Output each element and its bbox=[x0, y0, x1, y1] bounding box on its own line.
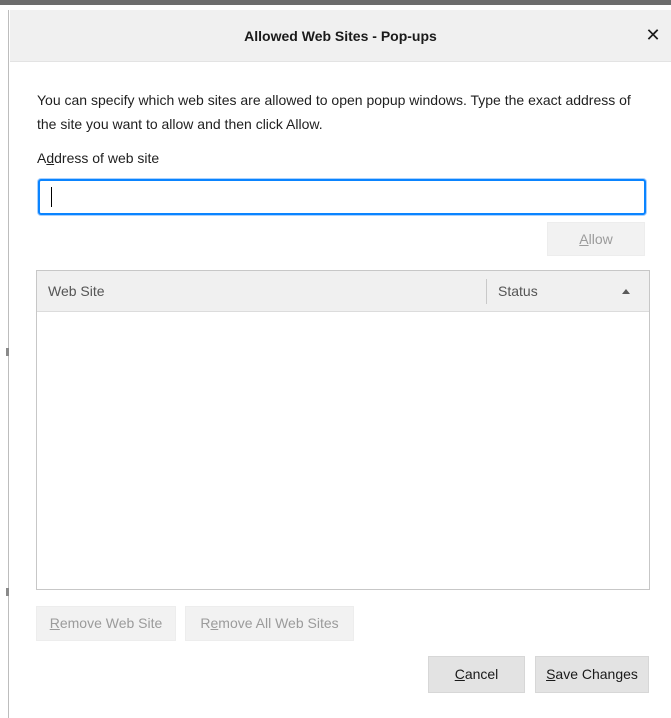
dialog-description: You can specify which web sites are allo… bbox=[37, 92, 631, 132]
column-header-status[interactable]: Status bbox=[498, 283, 538, 299]
column-separator[interactable] bbox=[486, 279, 487, 304]
cancel-button[interactable]: Cancel bbox=[428, 656, 525, 693]
sites-table[interactable]: Web Site Status bbox=[36, 270, 650, 590]
window-left-edge bbox=[0, 10, 9, 718]
save-changes-button[interactable]: Save Changes bbox=[535, 656, 649, 693]
address-input[interactable] bbox=[38, 179, 646, 215]
allow-button[interactable]: Allow bbox=[547, 222, 645, 256]
remove-all-web-sites-button[interactable]: Remove All Web Sites bbox=[185, 606, 354, 641]
dialog-window: Allowed Web Sites - Pop-ups ✕ You can sp… bbox=[0, 0, 671, 718]
text-caret bbox=[51, 187, 52, 207]
edge-tick bbox=[6, 588, 9, 596]
sort-ascending-icon[interactable] bbox=[622, 289, 630, 294]
column-header-web-site[interactable]: Web Site bbox=[48, 283, 105, 299]
remove-web-site-button[interactable]: Remove Web Site bbox=[36, 606, 176, 641]
dialog-titlebar: Allowed Web Sites - Pop-ups ✕ bbox=[10, 10, 671, 62]
address-field-label: Address of web site bbox=[37, 150, 160, 166]
edge-tick bbox=[6, 348, 9, 356]
dialog-title: Allowed Web Sites - Pop-ups bbox=[244, 28, 437, 44]
close-icon[interactable]: ✕ bbox=[642, 24, 664, 46]
table-header: Web Site Status bbox=[37, 271, 649, 312]
